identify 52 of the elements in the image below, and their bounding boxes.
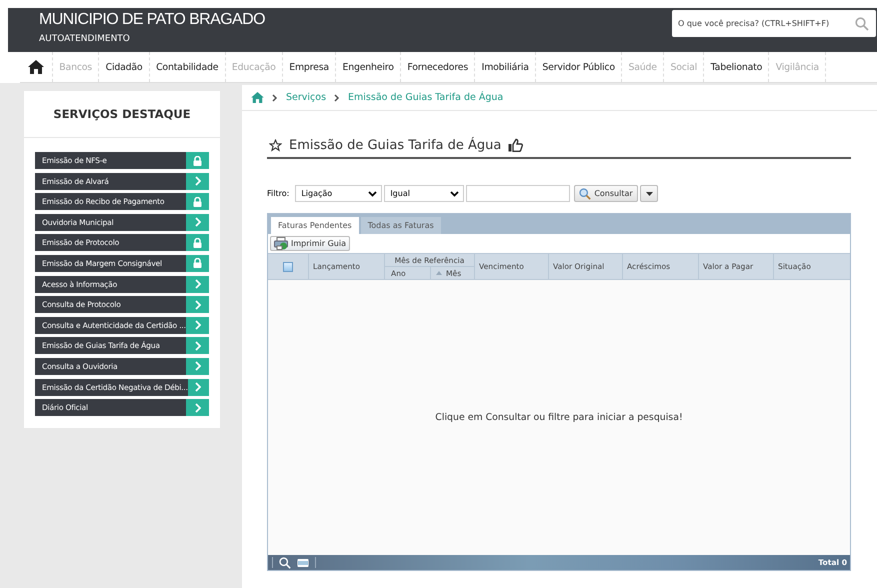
lock-icon	[193, 156, 202, 166]
chevron-down-icon	[450, 190, 460, 196]
print-button[interactable]: Imprimir Guia	[270, 236, 350, 251]
nav-link[interactable]: Fornecedores	[401, 52, 476, 82]
lock-icon	[193, 258, 202, 268]
consultar-button[interactable]: Consultar	[574, 185, 638, 202]
caret-down-icon	[646, 192, 653, 196]
chevron-right-icon	[194, 300, 200, 310]
select-all-checkbox[interactable]	[283, 262, 293, 272]
sidebar-title: SERVIÇOS DESTAQUE	[53, 107, 191, 121]
chevron-right-icon	[194, 402, 200, 413]
search-field[interactable]: O que você precisa? (CTRL+SHIFT+F)	[672, 10, 876, 37]
filter-input[interactable]	[466, 185, 570, 202]
operator-dropdown[interactable]: Igual	[384, 185, 464, 202]
options-dropdown-button[interactable]	[640, 185, 658, 202]
page-title: Emissão de Guias Tarifa de Água	[289, 138, 502, 152]
nav-link[interactable]: Tabelionato	[704, 52, 770, 82]
search-icon[interactable]	[279, 556, 291, 568]
lock-icon	[193, 196, 202, 207]
chevron-right-icon	[194, 340, 200, 351]
star-icon[interactable]	[269, 138, 282, 152]
home-icon[interactable]	[251, 92, 264, 103]
lock-icon	[193, 238, 202, 248]
chevron-right-icon	[334, 94, 340, 102]
chevron-right-icon	[194, 176, 200, 186]
search-icon	[579, 188, 592, 200]
grid-tab[interactable]: Faturas Pendentes	[271, 217, 359, 234]
nav-link[interactable]: Cidadão	[99, 52, 150, 82]
chevron-right-icon	[272, 94, 278, 102]
chevron-right-icon	[195, 382, 202, 392]
keyboard-icon[interactable]	[297, 558, 309, 568]
site-title: MUNICIPIO DE PATO BRAGADO	[39, 10, 265, 30]
chevron-right-icon	[194, 361, 200, 372]
chevron-right-icon	[194, 279, 200, 290]
filter-label: Filtro:	[267, 189, 290, 198]
chevron-right-icon	[194, 217, 200, 228]
nav-link[interactable]: Engenheiro	[336, 52, 402, 82]
home-icon	[28, 60, 44, 74]
field-dropdown[interactable]: Ligação	[295, 185, 382, 202]
nav-link[interactable]: Servidor Público	[536, 52, 622, 82]
printer-icon	[274, 237, 288, 250]
site-subtitle: AUTOATENDIMENTO	[39, 34, 131, 44]
nav-link[interactable]: Contabilidade	[150, 52, 226, 82]
thumbs-up-icon[interactable]	[508, 138, 524, 152]
grid-tab[interactable]: Todas as Faturas	[360, 217, 441, 234]
empty-message: Clique em Consultar ou filtre para iniciar a pesquisa!	[435, 412, 683, 423]
nav-link[interactable]: Empresa	[282, 52, 336, 82]
chevron-right-icon	[194, 320, 200, 330]
chevron-down-icon	[368, 190, 378, 196]
nav-link[interactable]: Imobiliária	[475, 52, 536, 82]
sort-ascending-icon	[436, 271, 442, 275]
search-icon	[855, 17, 869, 31]
